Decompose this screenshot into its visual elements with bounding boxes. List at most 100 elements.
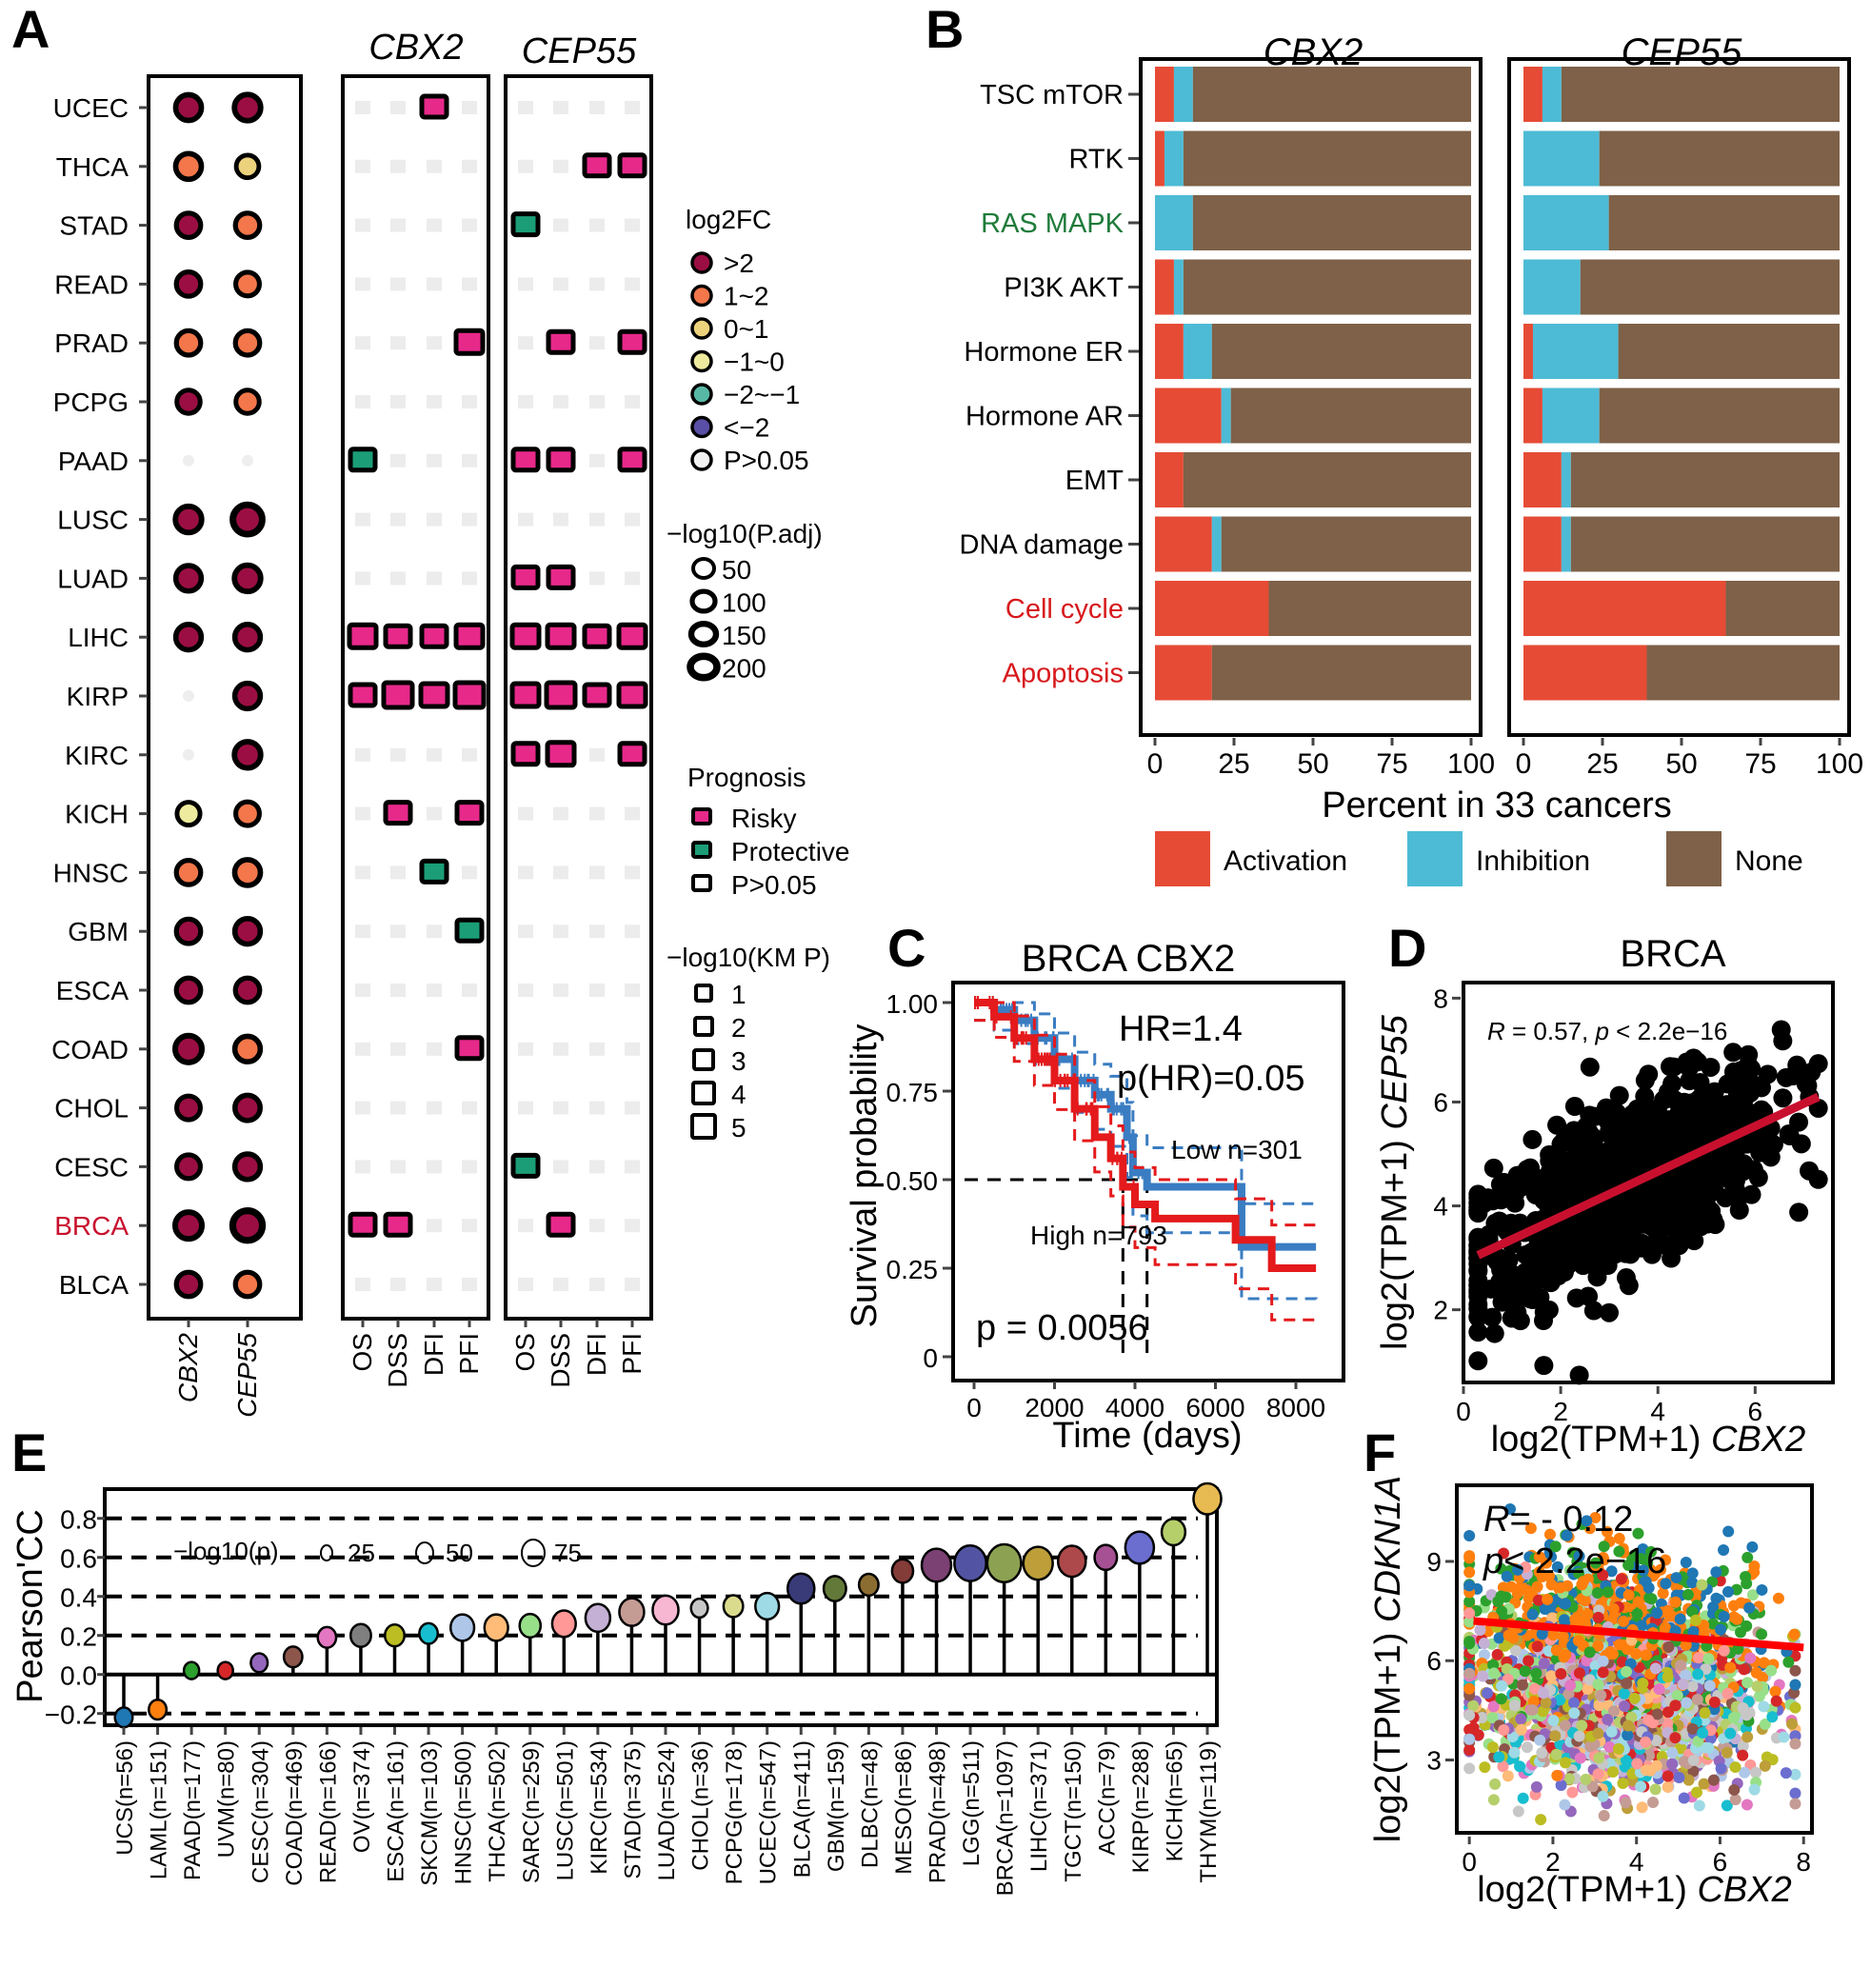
ns-square (518, 159, 533, 173)
ns-square (462, 1219, 477, 1233)
scatter-point (1559, 1799, 1571, 1811)
legend-prognosis-swatch (691, 841, 712, 859)
y-axis-title: Survival probability (845, 1024, 885, 1328)
lollipop-point (651, 1594, 680, 1626)
scatter-point (1582, 1225, 1602, 1245)
scatter-point (1555, 1667, 1567, 1680)
bar-activation (1523, 324, 1533, 379)
ns-square (355, 159, 370, 173)
bar-activation (1523, 388, 1543, 444)
bar-inhibition (1561, 516, 1571, 572)
prognosis-square-risky (452, 680, 487, 710)
scatter-point (1468, 1299, 1488, 1319)
ns-square (462, 218, 477, 232)
ns-square (390, 395, 406, 408)
legend-swatch-none (1666, 831, 1722, 886)
scatter-point (1723, 1068, 1743, 1088)
scatter-point (1617, 1778, 1629, 1790)
scatter-point (1750, 1766, 1762, 1779)
cancer-label: HNSC (53, 858, 129, 887)
scatter-point (1517, 1792, 1529, 1804)
scatter-point (1674, 1613, 1686, 1625)
y-tick-label: 0.0 (60, 1661, 97, 1691)
high-n-annotation: High n=793 (1030, 1221, 1167, 1250)
x-tick-label: 8000 (1266, 1393, 1325, 1422)
figure-canvas: A B C D E F CBX2 CEP55 UCEC THCA STAD READ PRA… (10, 0, 1863, 1910)
scatter-point (1808, 1054, 1828, 1074)
scatter-point (1501, 1213, 1521, 1233)
x-axis-title-prefix: log2(TPM+1) (1477, 1870, 1697, 1910)
lollipop-point (483, 1613, 509, 1642)
scatter-point (1520, 1282, 1540, 1302)
scatter-point (1642, 1714, 1655, 1726)
scatter-point (1559, 1720, 1571, 1732)
scatter-point (1715, 1762, 1727, 1775)
scatter-point (1597, 1655, 1609, 1667)
ns-square (427, 336, 442, 350)
legend-km-swatch (694, 984, 713, 1003)
bar-inhibition (1211, 516, 1222, 572)
legend-title-km: −log10(KM P) (667, 943, 830, 972)
y-axis-title-gene: CDKN1A (1368, 1476, 1408, 1622)
expression-dot-cbx2 (173, 1269, 204, 1300)
scatter-point (1534, 1734, 1546, 1746)
ns-square (518, 984, 533, 997)
ns-square (625, 1278, 640, 1291)
p-hr-annotation: p(HR)=0.05 (1117, 1059, 1304, 1099)
scatter-point (1467, 1721, 1480, 1734)
scatter-point (1618, 1687, 1630, 1700)
scatter-point (1737, 1749, 1749, 1761)
prognosis-square-protective (510, 1152, 541, 1179)
ns-square (553, 277, 568, 291)
ns-square (355, 277, 370, 291)
expression-dot-cbx2 (172, 150, 205, 183)
scatter-point (1489, 1778, 1502, 1790)
expression-dot-cep55 (231, 1033, 264, 1064)
bar-none (1725, 581, 1840, 636)
scatter-point (1692, 1652, 1704, 1664)
x-tick-label: UCS(n=56) (112, 1740, 138, 1856)
scatter-point (1766, 1711, 1779, 1723)
scatter-point (1699, 1707, 1711, 1720)
scatter-point (1463, 1733, 1476, 1745)
ns-square (553, 101, 568, 114)
pathway-label: TSC mTOR (980, 80, 1124, 110)
prognosis-square-risky (419, 623, 449, 649)
scatter-point (1592, 1727, 1604, 1740)
scatter-point (1703, 1680, 1716, 1692)
x-label-metric: OS (510, 1333, 540, 1371)
x-label-metric: DSS (383, 1333, 412, 1388)
pathway-label: Hormone ER (964, 337, 1124, 368)
annotation-part: = 0.57, (1505, 1017, 1596, 1045)
scatter-point (1640, 1736, 1652, 1748)
ns-square (390, 571, 406, 586)
scatter-point (1573, 1730, 1585, 1742)
scatter-point (1533, 1170, 1553, 1190)
scatter-point (1724, 1727, 1737, 1740)
panel-label-a: A (11, 0, 50, 59)
scatter-point (1517, 1160, 1537, 1180)
ns-square (390, 1278, 406, 1291)
ns-square (589, 924, 605, 939)
expression-dot-cbx2 (172, 622, 205, 653)
scatter-point (1637, 1678, 1649, 1690)
scatter-point (1468, 1351, 1488, 1371)
scatter-point (1720, 1165, 1740, 1185)
legend-prognosis-swatch (691, 874, 712, 892)
ns-square (625, 101, 640, 114)
ns-square (589, 747, 605, 762)
scatter-point (1662, 1604, 1674, 1617)
ns-square (355, 1101, 370, 1115)
ns-square (553, 395, 568, 408)
scatter-point (1537, 1687, 1549, 1700)
ns-square (625, 218, 640, 232)
x-tick-label: LGG(n=511) (959, 1740, 985, 1866)
prognosis-square-risky (418, 681, 450, 709)
legend-log2fc-label: P>0.05 (724, 446, 809, 475)
x-tick-label: 0 (1462, 1847, 1477, 1877)
scatter-point (1463, 1529, 1476, 1541)
scatter-point (1687, 1754, 1700, 1766)
scatter-point (1686, 1680, 1699, 1693)
bar-inhibition (1542, 388, 1600, 444)
lollipop-point (822, 1575, 847, 1602)
